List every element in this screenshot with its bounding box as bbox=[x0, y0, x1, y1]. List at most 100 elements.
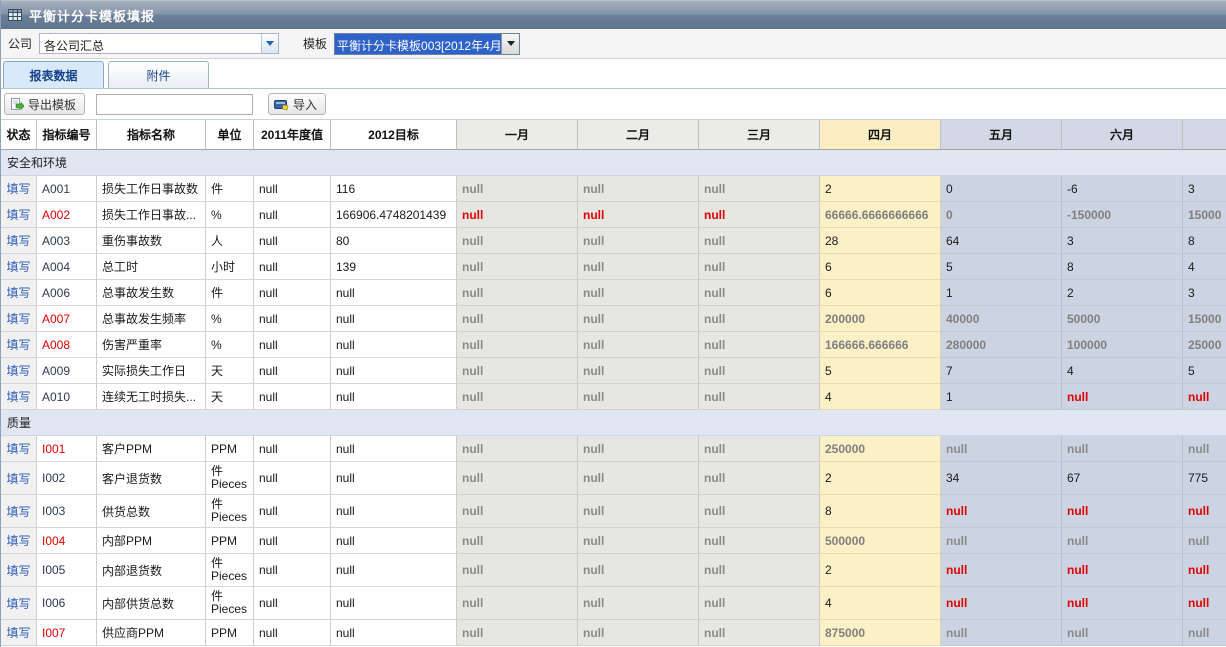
month-value: null bbox=[462, 182, 483, 196]
month-value: null bbox=[462, 390, 483, 404]
unit-cell: % bbox=[206, 202, 254, 228]
month-value-cell: null bbox=[578, 554, 699, 587]
month-column-header: 一月 bbox=[457, 120, 578, 150]
fill-in-link[interactable]: 填写 bbox=[6, 470, 30, 487]
target-2012-cell: 116 bbox=[331, 176, 457, 202]
indicator-name-cell: 连续无工时损失... bbox=[97, 384, 206, 410]
month-value-cell: null bbox=[699, 228, 820, 254]
month-value: null bbox=[1188, 596, 1209, 610]
month-value-cell: 64 bbox=[941, 228, 1062, 254]
month-value-cell: null bbox=[699, 280, 820, 306]
month-value: null bbox=[946, 596, 967, 610]
template-selected-value: 平衡计分卡模板003[2012年4月] bbox=[335, 34, 501, 54]
template-dropdown-trigger[interactable] bbox=[501, 34, 519, 54]
month-value-cell: null bbox=[699, 462, 820, 495]
tab-attachments[interactable]: 附件 bbox=[108, 61, 209, 88]
month-value: 0 bbox=[946, 208, 953, 222]
month-value: 4 bbox=[825, 596, 832, 610]
unit-cell: 件 Pieces bbox=[206, 495, 254, 528]
company-dropdown-trigger[interactable] bbox=[261, 34, 278, 53]
month-value: -150000 bbox=[1067, 208, 1111, 222]
month-value: null bbox=[462, 471, 483, 485]
fill-in-link[interactable]: 填写 bbox=[6, 206, 30, 223]
tab-report-data[interactable]: 报表数据 bbox=[3, 61, 104, 88]
month-value-cell: null bbox=[457, 254, 578, 280]
month-value: 7 bbox=[946, 364, 953, 378]
month-value-cell: null bbox=[578, 587, 699, 620]
fill-in-link[interactable]: 填写 bbox=[6, 284, 30, 301]
month-value: null bbox=[583, 234, 604, 248]
value-2011-cell: null bbox=[254, 495, 331, 528]
month-value: 4 bbox=[1067, 364, 1074, 378]
import-button[interactable]: 导入 bbox=[268, 93, 326, 115]
target-2012-cell: null bbox=[331, 495, 457, 528]
month-value: null bbox=[704, 234, 725, 248]
fill-in-link[interactable]: 填写 bbox=[6, 310, 30, 327]
indicator-code: A001 bbox=[42, 182, 70, 196]
month-value-cell: null bbox=[457, 384, 578, 410]
month-value-cell: null bbox=[699, 202, 820, 228]
unit-cell: 小时 bbox=[206, 254, 254, 280]
fill-in-link[interactable]: 填写 bbox=[6, 532, 30, 549]
month-value: null bbox=[462, 234, 483, 248]
month-value: null bbox=[704, 312, 725, 326]
fill-in-link[interactable]: 填写 bbox=[6, 180, 30, 197]
month-value-cell: null bbox=[578, 280, 699, 306]
table-row: 填写I002客户退货数件 Piecesnullnullnullnullnull2… bbox=[1, 462, 1226, 495]
indicator-name-cell: 供货总数 bbox=[97, 495, 206, 528]
value-2011-cell: null bbox=[254, 280, 331, 306]
export-template-button[interactable]: 导出模板 bbox=[4, 93, 85, 115]
month-value-cell: 3 bbox=[1183, 280, 1226, 306]
fill-in-link[interactable]: 填写 bbox=[6, 336, 30, 353]
fill-in-link[interactable]: 填写 bbox=[6, 258, 30, 275]
company-combobox[interactable]: 各公司汇总 bbox=[39, 33, 279, 54]
month-value-cell: null bbox=[941, 554, 1062, 587]
fill-in-link[interactable]: 填写 bbox=[6, 562, 30, 579]
column-header: 2012目标 bbox=[331, 120, 457, 150]
month-value-cell: 1 bbox=[941, 384, 1062, 410]
month-value-cell: 7 bbox=[941, 358, 1062, 384]
month-value: null bbox=[462, 442, 483, 456]
month-column-header bbox=[1183, 120, 1226, 150]
fill-in-link[interactable]: 填写 bbox=[6, 503, 30, 520]
fill-in-link[interactable]: 填写 bbox=[6, 362, 30, 379]
fill-in-link[interactable]: 填写 bbox=[6, 388, 30, 405]
month-value: null bbox=[704, 260, 725, 274]
month-value-cell: null bbox=[578, 306, 699, 332]
month-value: null bbox=[583, 260, 604, 274]
month-value: null bbox=[462, 338, 483, 352]
status-cell: 填写 bbox=[1, 384, 37, 410]
value-2011-cell: null bbox=[254, 436, 331, 462]
fill-in-link[interactable]: 填写 bbox=[6, 440, 30, 457]
fill-in-link[interactable]: 填写 bbox=[6, 595, 30, 612]
value-2011-cell: null bbox=[254, 587, 331, 620]
month-value: null bbox=[583, 442, 604, 456]
month-value: null bbox=[462, 534, 483, 548]
month-value: null bbox=[583, 364, 604, 378]
indicator-code-cell: A001 bbox=[37, 176, 97, 202]
table-row: 填写A002损失工作日事故...%null166906.4748201439nu… bbox=[1, 202, 1226, 228]
month-value: null bbox=[704, 364, 725, 378]
value-2011-cell: null bbox=[254, 332, 331, 358]
status-cell: 填写 bbox=[1, 228, 37, 254]
import-file-input[interactable] bbox=[96, 94, 253, 115]
month-value-cell: 5 bbox=[820, 358, 941, 384]
status-cell: 填写 bbox=[1, 587, 37, 620]
template-select[interactable]: 平衡计分卡模板003[2012年4月] bbox=[334, 33, 520, 55]
month-value: 8 bbox=[1067, 260, 1074, 274]
month-value-cell: -150000 bbox=[1062, 202, 1183, 228]
month-value: null bbox=[462, 504, 483, 518]
table-row: 填写A008伤害严重率%nullnullnullnullnull166666.6… bbox=[1, 332, 1226, 358]
month-value-cell: null bbox=[578, 176, 699, 202]
month-value-cell: 4 bbox=[1183, 254, 1226, 280]
month-value: 50000 bbox=[1067, 312, 1100, 326]
month-value: 8 bbox=[1188, 234, 1195, 248]
month-value-cell: null bbox=[1183, 384, 1226, 410]
month-value: null bbox=[946, 563, 967, 577]
month-value: 2 bbox=[825, 182, 832, 196]
fill-in-link[interactable]: 填写 bbox=[6, 624, 30, 641]
unit-cell: PPM bbox=[206, 620, 254, 646]
unit-cell: 天 bbox=[206, 358, 254, 384]
indicator-code: I005 bbox=[42, 563, 65, 577]
fill-in-link[interactable]: 填写 bbox=[6, 232, 30, 249]
